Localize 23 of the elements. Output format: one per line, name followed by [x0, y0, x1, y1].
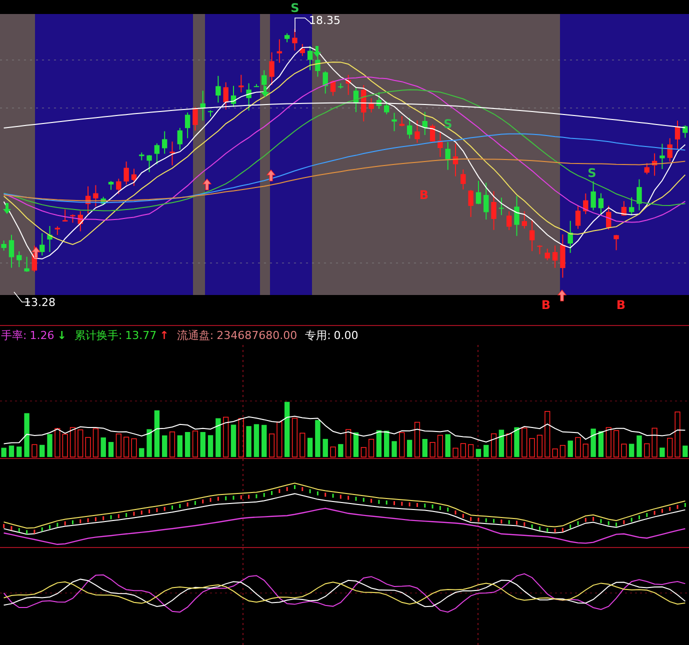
- up-arrow-icon: [31, 246, 41, 258]
- sell-signal: S: [588, 166, 596, 180]
- up-arrow-icon: [557, 290, 567, 302]
- buy-signal: B: [541, 298, 551, 312]
- sell-signal: S: [290, 1, 300, 15]
- down-arrow-icon: [3, 203, 11, 214]
- up-arrow-icon: ↑: [160, 329, 169, 342]
- buy-signal: B: [419, 188, 429, 202]
- up-arrow-icon: [202, 178, 212, 190]
- sell-signal: S: [444, 117, 452, 131]
- indicator-value: 234687680.00: [216, 329, 298, 342]
- indicator-label: 累计换手:: [74, 328, 122, 343]
- indicator-value: 1.26: [30, 329, 54, 342]
- indicator-label: 手率:: [1, 328, 27, 343]
- indicator-value: 13.77: [125, 329, 157, 342]
- down-arrow-icon: [313, 46, 321, 57]
- down-arrow-icon: ↓: [57, 329, 66, 342]
- indicator-value: 0.00: [334, 329, 358, 342]
- buy-signal: B: [616, 298, 626, 312]
- indicator-label: 流通盘:: [176, 328, 214, 343]
- indicator-label: 专用:: [305, 328, 331, 343]
- up-arrow-icon: [266, 170, 276, 182]
- down-arrow-icon: [261, 86, 269, 97]
